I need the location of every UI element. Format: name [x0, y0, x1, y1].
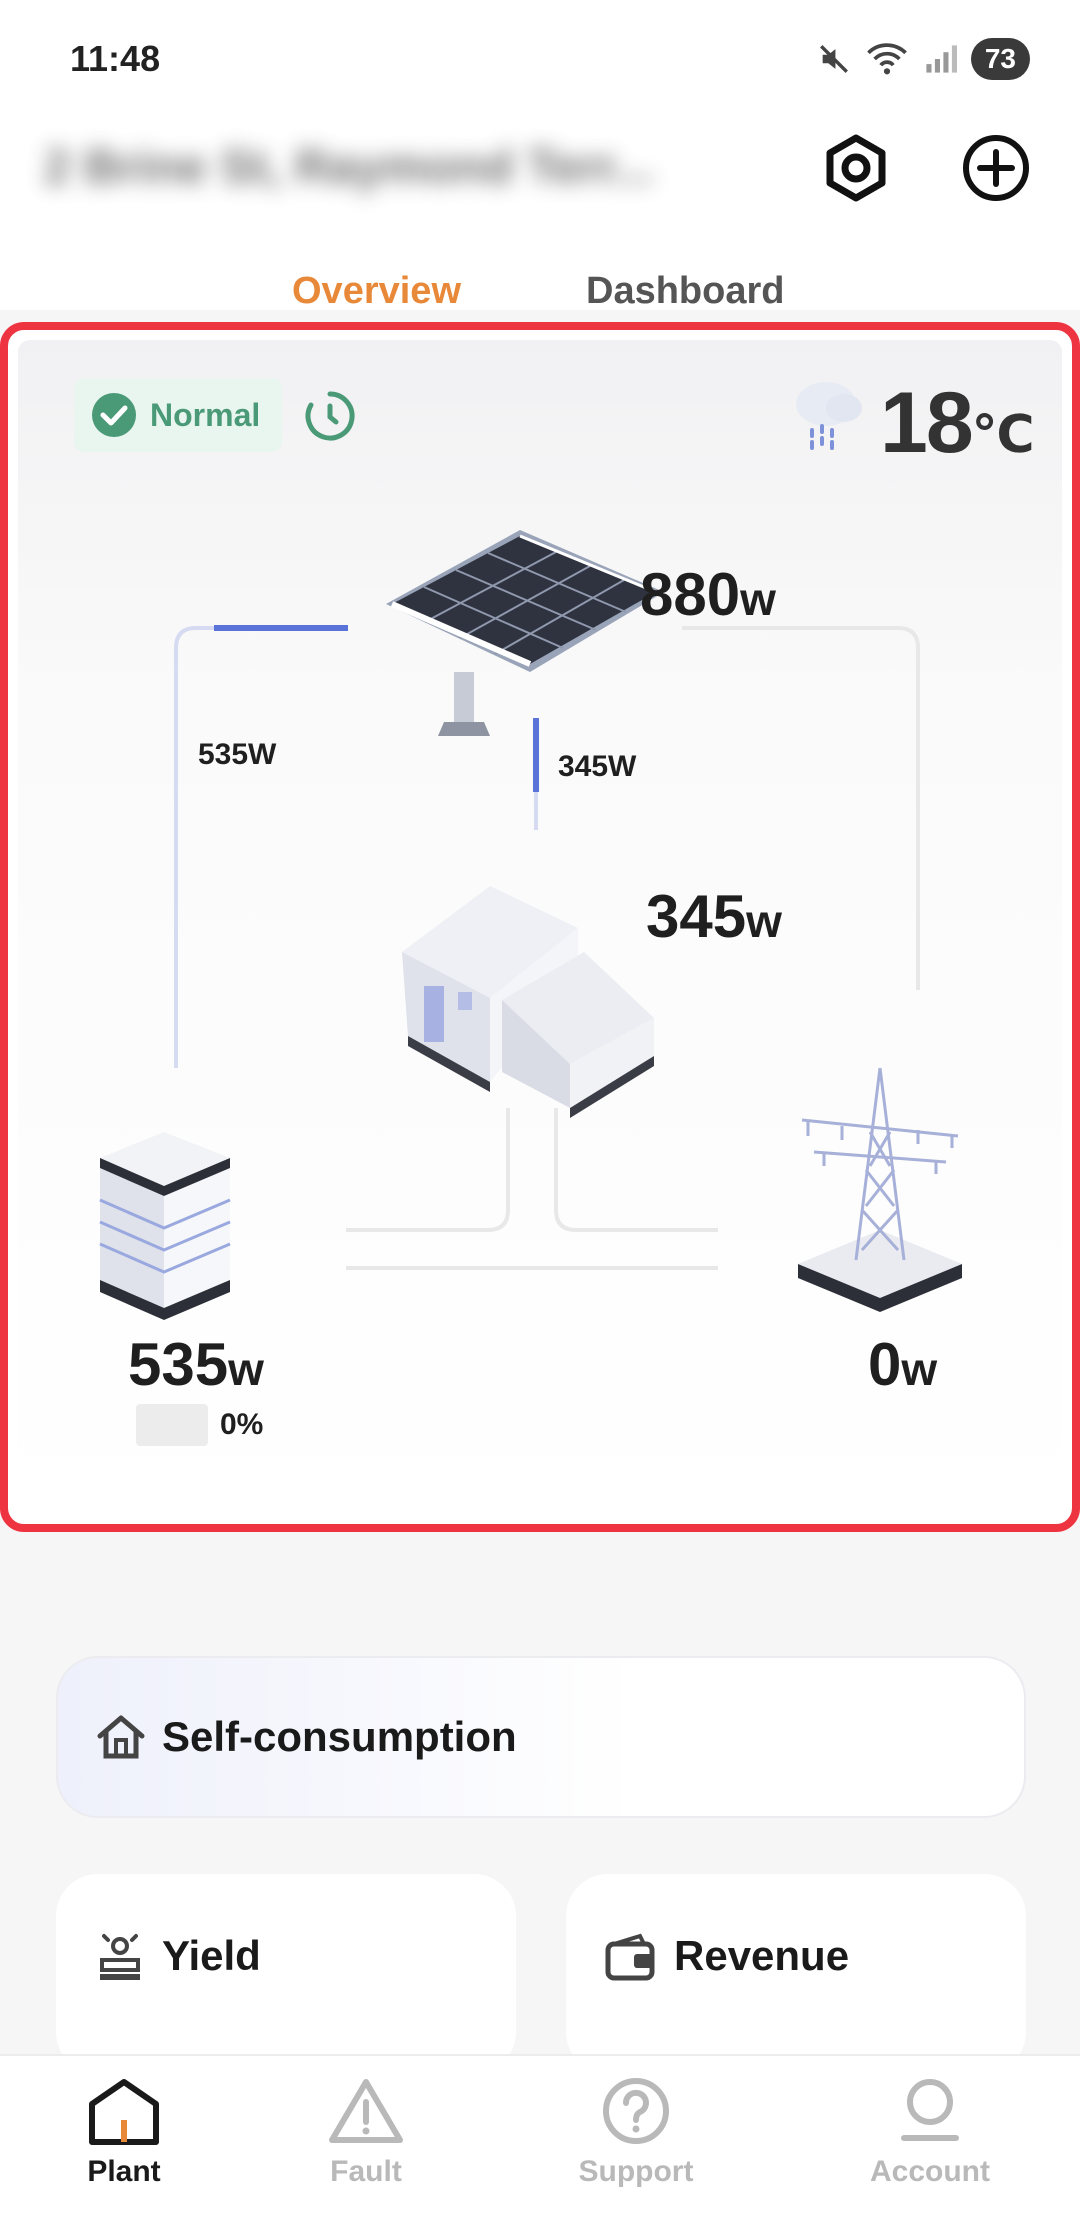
- revenue-card[interactable]: Revenue: [566, 1874, 1026, 2074]
- nav-fault[interactable]: Fault: [266, 2076, 466, 2189]
- house-icon: [89, 2079, 159, 2145]
- mute-icon: [819, 45, 848, 73]
- home-power-number: 345: [646, 883, 747, 950]
- grid-power-value: 0w: [868, 1330, 937, 1399]
- home-flow-label: 345W: [558, 750, 637, 783]
- plant-name[interactable]: 2 Brine St, Raymond Terr...: [44, 140, 764, 210]
- user-icon: [901, 2079, 959, 2141]
- battery-soc-value: 0%: [220, 1408, 264, 1441]
- energy-flow-card: Normal 18℃ 880w 535W 345W 345w 535w 0% 0…: [0, 322, 1080, 1532]
- battery-soc-bar: [136, 1404, 208, 1446]
- solar-panel-icon[interactable]: [380, 522, 670, 738]
- hexagon-settings-icon: [826, 134, 886, 202]
- settings-button[interactable]: [816, 128, 896, 208]
- status-time: 11:48: [70, 38, 161, 79]
- nav-plant[interactable]: Plant: [24, 2076, 224, 2189]
- plus-circle-icon: [963, 135, 1029, 201]
- grid-power-number: 0: [868, 1331, 902, 1398]
- question-circle-icon: [603, 2078, 669, 2144]
- tab-overview[interactable]: Overview: [292, 270, 461, 313]
- battery-storage-icon[interactable]: [94, 1130, 238, 1320]
- house-consumption-icon: [97, 1715, 145, 1759]
- grid-tower-icon[interactable]: [794, 1060, 968, 1324]
- nav-account[interactable]: Account: [830, 2076, 1030, 2189]
- status-bar: 11:48 73: [0, 0, 1080, 110]
- nav-support-label: Support: [578, 2155, 694, 2188]
- add-button[interactable]: [956, 128, 1036, 208]
- battery-level: 73: [970, 38, 1030, 80]
- nav-support[interactable]: Support: [536, 2076, 736, 2189]
- wifi-icon: [866, 43, 907, 75]
- battery-flow-label: 535W: [198, 738, 277, 771]
- self-consumption-title: Self-consumption: [162, 1713, 517, 1760]
- wallet-icon: [605, 1933, 655, 1981]
- solar-power-unit: w: [740, 573, 776, 625]
- solar-yield-icon: [100, 1934, 140, 1980]
- revenue-title: Revenue: [674, 1932, 850, 1979]
- warning-triangle-icon: [329, 2079, 403, 2143]
- yield-title: Yield: [162, 1932, 261, 1979]
- tab-bar: Overview Dashboard: [0, 270, 1080, 330]
- nav-account-label: Account: [870, 2155, 990, 2188]
- battery-power-number: 535: [128, 1331, 229, 1398]
- solar-power-value: 880w: [640, 560, 776, 629]
- status-icons: 73: [817, 36, 1030, 82]
- battery-power-value: 535w: [128, 1330, 264, 1399]
- nav-plant-label: Plant: [87, 2155, 161, 2188]
- tab-dashboard[interactable]: Dashboard: [586, 270, 784, 313]
- energy-flow-area: Normal 18℃ 880w 535W 345W 345w 535w 0% 0…: [18, 340, 1062, 1514]
- signal-icon: [926, 45, 957, 73]
- self-consumption-card[interactable]: Self-consumption: [56, 1656, 1026, 1818]
- bottom-navigation: Plant Fault Support Account: [0, 2054, 1080, 2219]
- home-power-value: 345w: [646, 882, 782, 951]
- battery-power-unit: w: [228, 1343, 264, 1395]
- grid-power-unit: w: [901, 1343, 938, 1395]
- house-icon[interactable]: [398, 876, 662, 1120]
- solar-power-number: 880: [640, 561, 741, 628]
- nav-fault-label: Fault: [330, 2155, 402, 2188]
- yield-card[interactable]: Yield: [56, 1874, 516, 2074]
- home-power-unit: w: [746, 895, 782, 947]
